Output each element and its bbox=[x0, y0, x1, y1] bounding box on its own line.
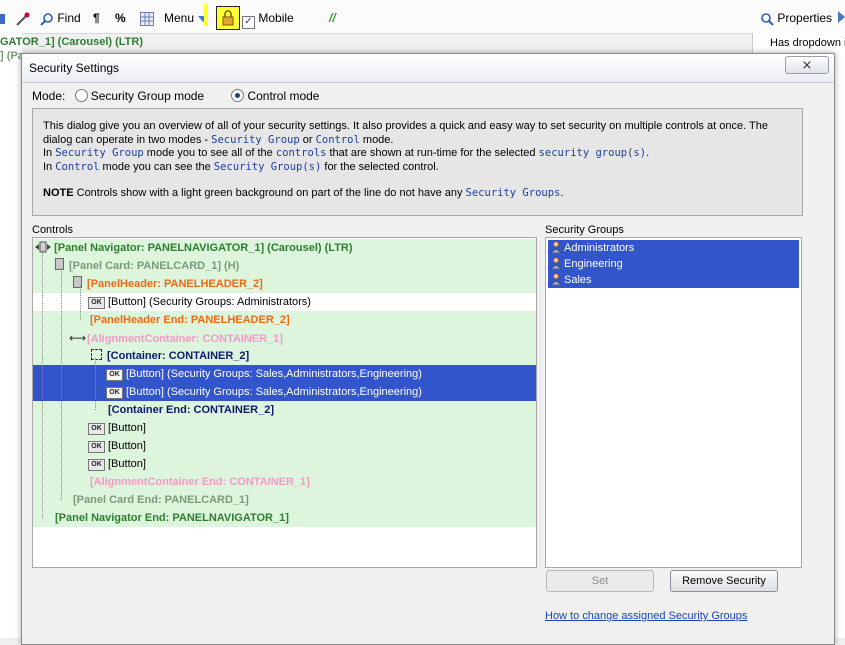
security-settings-dialog: Security Settings ⨯ Mode: Security Group… bbox=[21, 53, 835, 645]
bg-tree-row-1: GATOR_1] (Carousel) (LTR) bbox=[0, 36, 144, 48]
panel-navigator-icon bbox=[35, 241, 51, 253]
lock-icon bbox=[222, 10, 234, 26]
info-panel: This dialog give you an overview of all … bbox=[32, 108, 803, 216]
security-groups-label: Security Groups bbox=[545, 224, 624, 236]
security-group-item-sales[interactable]: Sales bbox=[548, 272, 799, 288]
grid-icon[interactable] bbox=[140, 9, 154, 27]
info-line-2: dialog can operate in two modes - Securi… bbox=[43, 133, 394, 146]
panel-card-icon bbox=[55, 258, 64, 270]
security-group-mode-option[interactable]: Security Group mode bbox=[69, 89, 208, 103]
tree-row[interactable]: OK [Button] bbox=[33, 437, 536, 455]
tree-connector bbox=[95, 358, 96, 410]
mobile-label: Mobile bbox=[258, 11, 294, 25]
main-toolbar: Find ¶ % Menu ✓ Mobile // Properties bbox=[0, 0, 845, 34]
wand-icon[interactable] bbox=[15, 9, 31, 27]
button-icon: OK bbox=[88, 441, 105, 453]
tree-row[interactable]: [Panel Card: PANELCARD_1] (H) bbox=[33, 257, 536, 275]
tree-row[interactable]: ⟷[AlignmentContainer: CONTAINER_1] bbox=[33, 329, 536, 347]
highlight-marker bbox=[204, 4, 208, 26]
find-label: Find bbox=[57, 11, 81, 25]
dialog-titlebar[interactable]: Security Settings ⨯ bbox=[22, 54, 834, 83]
info-note: NOTE Controls show with a light green ba… bbox=[43, 187, 564, 199]
comment-button[interactable]: // bbox=[329, 9, 336, 27]
info-line-4: In Control mode you can see the Security… bbox=[43, 160, 439, 173]
tree-row-selected[interactable]: OK [Button] (Security Groups: Sales,Admin… bbox=[33, 383, 536, 401]
button-icon: OK bbox=[88, 297, 105, 309]
mode-selector: Mode: Security Group mode Control mode bbox=[32, 87, 319, 105]
properties-label: Properties bbox=[777, 11, 833, 25]
user-icon bbox=[551, 241, 561, 253]
controls-tree[interactable]: [Panel Navigator: PANELNAVIGATOR_1] (Car… bbox=[32, 237, 537, 568]
magnifier-icon bbox=[761, 13, 774, 26]
editor-tree-background bbox=[0, 33, 22, 638]
security-group-item-administrators[interactable]: Administrators bbox=[548, 240, 799, 256]
security-group-mode-label: Security Group mode bbox=[90, 89, 205, 103]
chevron-right-icon[interactable] bbox=[838, 11, 845, 23]
tree-row[interactable]: [Container: CONTAINER_2] bbox=[33, 347, 536, 365]
tree-row[interactable]: [Panel Card End: PANELCARD_1] bbox=[33, 491, 536, 509]
control-mode-radio[interactable] bbox=[231, 89, 245, 102]
mobile-checkbox[interactable]: ✓ bbox=[242, 16, 255, 29]
tree-connector bbox=[80, 286, 81, 320]
properties-button[interactable]: Properties bbox=[760, 9, 832, 27]
security-group-item-engineering[interactable]: Engineering bbox=[548, 256, 799, 272]
tree-row-selected[interactable]: OK [Button] (Security Groups: Sales,Admin… bbox=[33, 365, 536, 383]
button-icon: OK bbox=[106, 369, 123, 381]
user-icon bbox=[551, 273, 561, 285]
close-button[interactable]: ⨯ bbox=[785, 56, 829, 74]
set-button[interactable]: Set bbox=[546, 570, 654, 592]
info-line-3: In Security Group mode you to see all of… bbox=[43, 147, 650, 159]
tree-row[interactable]: OK [Button] (Security Groups: Administrat… bbox=[33, 293, 536, 311]
lock-button[interactable] bbox=[216, 6, 240, 30]
tree-connector bbox=[42, 250, 43, 518]
button-icon: OK bbox=[106, 387, 123, 399]
toolbar-edge-icon[interactable] bbox=[0, 9, 6, 27]
controls-label: Controls bbox=[32, 224, 73, 236]
tree-row[interactable]: [PanelHeader: PANELHEADER_2] bbox=[33, 275, 536, 293]
button-icon: OK bbox=[88, 459, 105, 471]
mobile-toggle[interactable]: ✓ Mobile bbox=[242, 9, 294, 29]
tree-row[interactable]: [AlignmentContainer End: CONTAINER_1] bbox=[33, 473, 536, 491]
close-icon: ⨯ bbox=[801, 57, 813, 72]
button-icon: OK bbox=[88, 423, 105, 435]
menu-button[interactable]: Menu bbox=[164, 9, 209, 27]
mode-label: Mode: bbox=[32, 89, 66, 103]
user-icon bbox=[551, 257, 561, 269]
tree-row[interactable]: [PanelHeader End: PANELHEADER_2] bbox=[33, 311, 536, 329]
pilcrow-button[interactable]: ¶ bbox=[93, 9, 100, 27]
percent-button[interactable]: % bbox=[115, 9, 126, 27]
remove-security-button[interactable]: Remove Security bbox=[670, 570, 778, 592]
security-groups-list[interactable]: Administrators Engineering Sales bbox=[545, 237, 802, 568]
control-mode-option[interactable]: Control mode bbox=[225, 89, 319, 103]
control-mode-label: Control mode bbox=[247, 89, 320, 103]
tree-connector bbox=[61, 268, 62, 500]
container-icon bbox=[91, 349, 102, 360]
menu-label: Menu bbox=[164, 11, 195, 25]
help-link[interactable]: How to change assigned Security Groups bbox=[545, 610, 747, 622]
info-line-1: This dialog give you an overview of all … bbox=[43, 120, 768, 132]
magnifier-icon bbox=[40, 13, 53, 26]
bg-property-text: Has dropdown in bbox=[770, 37, 845, 49]
security-group-mode-radio[interactable] bbox=[74, 89, 88, 102]
tree-row[interactable]: [Panel Navigator End: PANELNAVIGATOR_1] bbox=[33, 509, 536, 527]
tree-row[interactable]: OK [Button] bbox=[33, 455, 536, 473]
tree-row[interactable]: [Panel Navigator: PANELNAVIGATOR_1] (Car… bbox=[33, 239, 536, 257]
dialog-title: Security Settings bbox=[29, 61, 120, 75]
tree-row[interactable]: [Container End: CONTAINER_2] bbox=[33, 401, 536, 419]
find-button[interactable]: Find bbox=[40, 9, 81, 27]
tree-row[interactable]: OK [Button] bbox=[33, 419, 536, 437]
alignment-container-icon: ⟷ bbox=[69, 331, 87, 345]
